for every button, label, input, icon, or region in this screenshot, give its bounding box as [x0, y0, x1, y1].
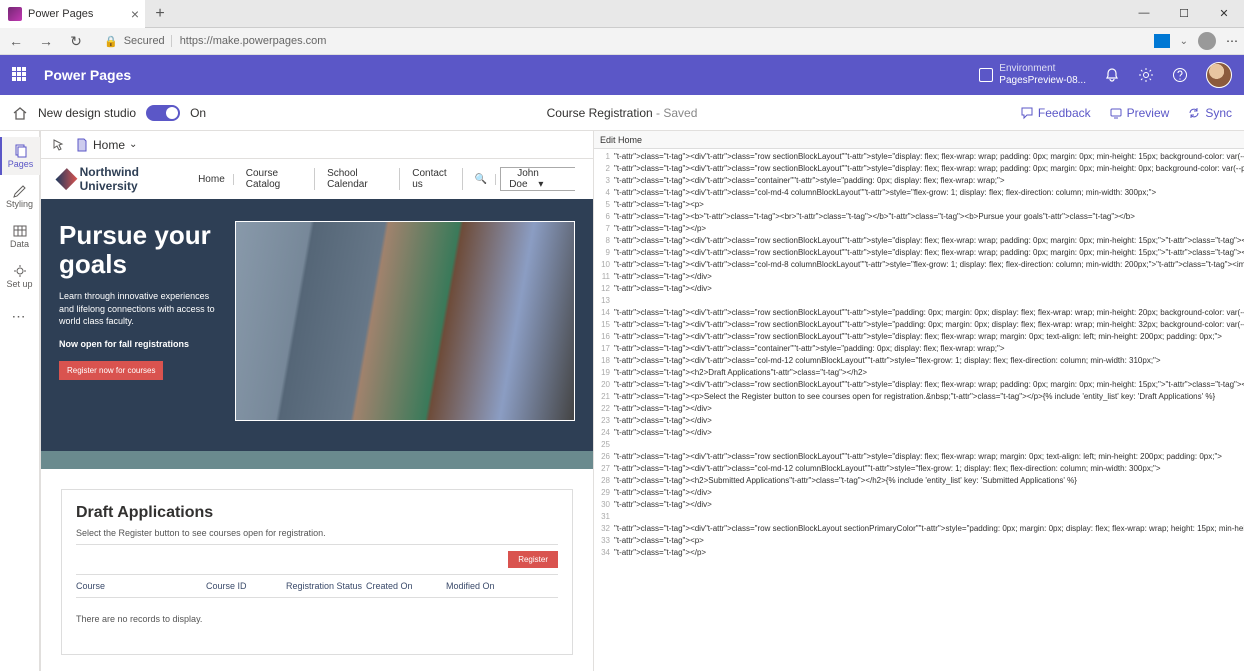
nav-link[interactable]: School Calendar	[319, 168, 400, 190]
environment-picker[interactable]: Environment PagesPreview-08...	[979, 63, 1086, 87]
hero-section: Pursue your goals Learn through innovati…	[41, 199, 593, 469]
studio-toggle[interactable]	[146, 105, 180, 121]
browser-tab[interactable]: Power Pages ×	[0, 0, 145, 28]
hero-sub: Now open for fall registrations	[59, 338, 219, 351]
nav-link[interactable]: Contact us	[404, 168, 463, 190]
studio-label: New design studio	[38, 106, 136, 120]
home-icon[interactable]	[12, 106, 28, 120]
tab-title: Power Pages	[28, 8, 93, 20]
rail-styling[interactable]: Styling	[0, 177, 40, 215]
url-box[interactable]: 🔒 Secured https://make.powerpages.com	[96, 35, 1144, 48]
applications-section: Draft Applications Select the Register b…	[41, 469, 593, 671]
bell-icon[interactable]	[1104, 67, 1120, 83]
canvas-toolbar: Home ⌄	[41, 131, 593, 159]
hero-image	[235, 221, 575, 421]
refresh-button[interactable]: ↻	[66, 33, 86, 50]
address-bar: ← → ↻ 🔒 Secured https://make.powerpages.…	[0, 28, 1244, 55]
left-rail: Pages Styling Data Set up ⋯	[0, 131, 40, 671]
register-button[interactable]: Register	[508, 551, 558, 568]
user-avatar[interactable]	[1206, 62, 1232, 88]
rail-pages[interactable]: Pages	[0, 137, 40, 175]
shopping-icon[interactable]	[1154, 34, 1170, 48]
apps-subtitle: Select the Register button to see course…	[76, 528, 558, 545]
document-title: Course Registration - Saved	[547, 106, 698, 120]
help-icon[interactable]	[1172, 67, 1188, 83]
hero-body: Learn through innovative experiences and…	[59, 290, 219, 328]
browser-tab-strip: Power Pages × + — ☐ ✕	[0, 0, 1244, 28]
sync-button[interactable]: Sync	[1187, 106, 1232, 120]
site-nav: Northwind University Home Course Catalog…	[41, 159, 593, 199]
window-controls: — ☐ ✕	[1124, 7, 1244, 20]
env-label: Environment	[999, 63, 1086, 75]
url-text: https://make.powerpages.com	[171, 35, 327, 47]
code-editor: Edit Home ⋯ ⋯ ▤ ✕ 1"t-attr">class="t-tag…	[593, 131, 1244, 671]
minimize-button[interactable]: —	[1124, 7, 1164, 20]
site-logo: Northwind University	[59, 165, 190, 193]
rail-data[interactable]: Data	[0, 217, 40, 255]
forward-button[interactable]: →	[36, 33, 56, 49]
code-body[interactable]: 1"t-attr">class="t-tag"><div "t-attr">cl…	[594, 149, 1244, 671]
close-button[interactable]: ✕	[1204, 7, 1244, 20]
table-header: Course Course ID Registration Status Cre…	[76, 575, 558, 598]
profile-icon[interactable]	[1198, 32, 1216, 50]
preview-button[interactable]: Preview	[1109, 106, 1170, 120]
nav-link[interactable]: Course Catalog	[238, 168, 315, 190]
nav-link[interactable]: Home	[190, 174, 234, 185]
rail-more[interactable]: ⋯	[0, 297, 40, 335]
secured-label: Secured	[124, 35, 165, 47]
command-bar: New design studio On Course Registration…	[0, 95, 1244, 131]
back-button[interactable]: ←	[6, 33, 26, 49]
close-icon[interactable]: ×	[131, 6, 139, 22]
search-icon[interactable]: 🔍	[467, 174, 496, 185]
code-title: Edit Home	[600, 135, 642, 145]
tab-favicon	[8, 7, 22, 21]
breadcrumb[interactable]: Home ⌄	[75, 138, 137, 152]
rail-setup[interactable]: Set up	[0, 257, 40, 295]
env-name: PagesPreview-08...	[999, 75, 1086, 87]
cursor-icon[interactable]	[51, 138, 65, 152]
chevron-down-icon[interactable]: ⌄	[1180, 36, 1188, 47]
apps-title: Draft Applications	[76, 504, 558, 522]
maximize-button[interactable]: ☐	[1164, 7, 1204, 20]
hero-title: Pursue your goals	[59, 221, 219, 278]
gear-icon[interactable]	[1138, 67, 1154, 83]
feedback-button[interactable]: Feedback	[1020, 106, 1091, 120]
hero-cta-button[interactable]: Register now for courses	[59, 361, 163, 380]
new-tab-button[interactable]: +	[145, 5, 175, 23]
page-preview[interactable]: Northwind University Home Course Catalog…	[41, 159, 593, 671]
app-header: Power Pages Environment PagesPreview-08.…	[0, 55, 1244, 95]
user-dropdown[interactable]: John Doe ▾	[500, 167, 575, 191]
waffle-icon[interactable]	[12, 67, 28, 83]
toggle-label: On	[190, 106, 206, 120]
lock-icon: 🔒	[104, 35, 118, 48]
more-icon[interactable]: ⋯	[1226, 34, 1238, 48]
chevron-down-icon: ⌄	[129, 139, 137, 150]
environment-icon	[979, 68, 993, 82]
design-canvas: Home ⌄ Northwind University Home Course …	[41, 131, 593, 671]
product-title: Power Pages	[44, 67, 131, 83]
table-empty: There are no records to display.	[76, 598, 558, 640]
